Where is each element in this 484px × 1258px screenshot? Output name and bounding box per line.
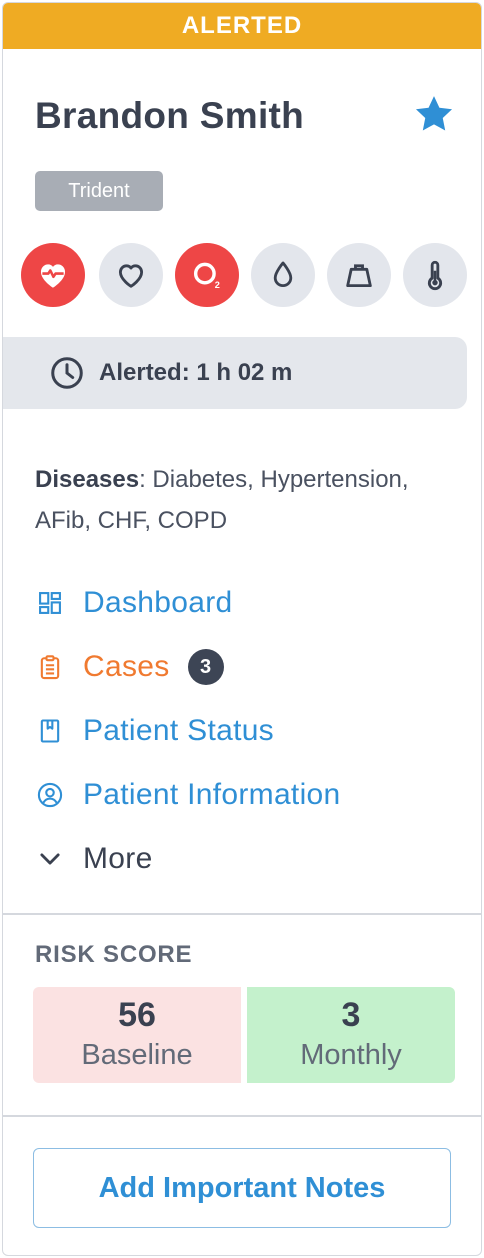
diseases-label: Diseases [35,466,140,493]
user-circle-icon [37,782,63,808]
divider [3,1115,481,1117]
dashboard-label: Dashboard [83,586,233,619]
star-icon[interactable] [413,93,455,135]
patient-information-label: Patient Information [83,778,341,811]
add-important-notes-button[interactable]: Add Important Notes [33,1148,451,1228]
more-label: More [83,842,153,875]
weight-icon [346,264,372,288]
more-toggle[interactable]: More [35,827,455,891]
alerted-text: Alerted: 1 h 02 m [99,359,293,386]
weight-vital[interactable] [327,243,391,307]
baseline-value: 56 [118,996,156,1034]
svg-text:2: 2 [215,280,220,290]
status-banner: ALERTED [3,3,481,49]
clock-icon [51,357,83,389]
chevron-down-icon [40,853,60,865]
heart-rate-icon [40,264,66,288]
temperature-vital[interactable] [403,243,467,307]
heart-icon [118,264,144,288]
heart-vital[interactable] [99,243,163,307]
baseline-score: 56 Baseline [33,987,241,1083]
cases-label: Cases [83,650,170,683]
monthly-value: 3 [341,996,361,1034]
divider [3,913,481,915]
patient-links: Dashboard Cases 3 Patient Status Patient… [35,571,455,891]
blood-drop-icon [273,261,293,287]
patient-status-label: Patient Status [83,714,274,747]
oxygen-icon: 2 [193,262,220,290]
baseline-label: Baseline [81,1039,193,1071]
diseases-text: Diseases: Diabetes, Hypertension, AFib, … [35,459,455,541]
patient-card: ALERTED Brandon Smith Trident 2 Alerted:… [2,2,482,1256]
program-tag: Trident [35,171,163,211]
book-icon [40,719,60,743]
risk-score-title: RISK SCORE [35,941,193,968]
patient-header: Brandon Smith [35,91,459,141]
thermometer-icon [427,260,443,291]
monthly-score: 3 Monthly [247,987,455,1083]
heart-rate-vital[interactable] [21,243,85,307]
patient-name: Brandon Smith [35,95,305,136]
patient-status-link[interactable]: Patient Status [35,699,455,763]
monthly-label: Monthly [300,1039,402,1071]
dashboard-icon [39,592,61,614]
clipboard-icon [40,655,60,680]
dashboard-link[interactable]: Dashboard [35,571,455,635]
cases-count-badge: 3 [187,649,224,685]
alerted-duration: Alerted: 1 h 02 m [3,337,467,409]
oxygen-vital[interactable]: 2 [175,243,239,307]
blood-glucose-vital[interactable] [251,243,315,307]
patient-information-link[interactable]: Patient Information [35,763,455,827]
cases-link[interactable]: Cases 3 [35,635,455,699]
